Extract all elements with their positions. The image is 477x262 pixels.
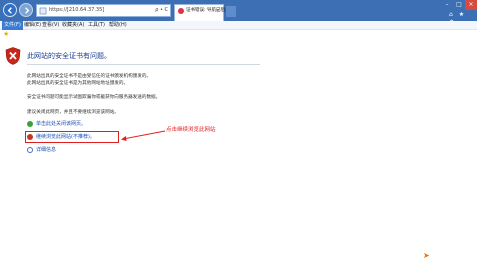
address-url[interactable]: https://[210.64.37.35] [49, 6, 104, 15]
star-icon[interactable]: ★ [3, 30, 9, 39]
forward-arrow-icon [25, 7, 30, 14]
back-button[interactable] [3, 3, 17, 17]
favorites-bar: ★ [0, 30, 477, 39]
maximize-button[interactable]: □ [453, 0, 465, 10]
new-tab-button[interactable] [226, 6, 236, 17]
shield-error-icon [5, 47, 21, 65]
page-icon [39, 7, 47, 15]
cursor-icon: ➤ [423, 251, 430, 260]
back-arrow-icon [7, 7, 12, 14]
error-tab-icon [178, 8, 184, 14]
expand-circle-icon [27, 147, 33, 153]
menu-favorites[interactable]: 收藏夹(A) [62, 21, 84, 30]
warning-text-risk: 安全证书问题可能显示试图欺骗你或截获你向服务器发送的数据。 [27, 95, 161, 100]
menu-file[interactable]: 文件(F) [2, 21, 23, 30]
divider [27, 64, 260, 65]
tab-close-button[interactable]: × [216, 7, 220, 15]
browser-window: https://[210.64.37.35] ρ • C 证书错误: 导航已阻止… [0, 0, 477, 262]
title-bar: https://[210.64.37.35] ρ • C 证书错误: 导航已阻止… [0, 0, 477, 26]
green-shield-icon [27, 121, 33, 127]
minimize-button[interactable]: – [441, 0, 453, 10]
menu-help[interactable]: 帮助(H) [109, 21, 127, 30]
warning-text-address: 此网站出具的安全证书是为其他网站地址颁发的。 [27, 81, 129, 86]
menu-view[interactable]: 查看(V) [42, 21, 59, 30]
close-page-link-text[interactable]: 单击此处关闭该网页。 [36, 120, 86, 128]
menu-tools[interactable]: 工具(T) [88, 21, 105, 30]
details-link-text[interactable]: 详细信息 [36, 146, 56, 154]
close-window-button[interactable]: × [465, 0, 477, 10]
tab-title: 证书错误: 导航已阻止 [186, 8, 230, 13]
address-bar[interactable]: https://[210.64.37.35] ρ • C [36, 4, 171, 17]
annotation-highlight-box [25, 131, 119, 143]
page-title: 此网站的安全证书有问题。 [27, 52, 111, 60]
warning-text-recommendation: 建议关闭此网页，并且不要继续浏览该网站。 [27, 110, 119, 115]
forward-button[interactable] [19, 3, 33, 17]
annotation-text: 点击继续浏览此网站 [166, 127, 216, 133]
warning-text-issuer: 此网站出具的安全证书不是由受信任的证书颁发机构颁发的。 [27, 74, 152, 79]
menu-bar: 文件(F) 编辑(E) 查看(V) 收藏夹(A) 工具(T) 帮助(H) [0, 21, 477, 30]
annotation-arrow-icon [121, 130, 166, 141]
menu-edit[interactable]: 编辑(E) [24, 21, 41, 30]
address-controls[interactable]: ρ • C [155, 6, 168, 15]
tab-certificate-error[interactable]: 证书错误: 导航已阻止 × [174, 4, 229, 21]
